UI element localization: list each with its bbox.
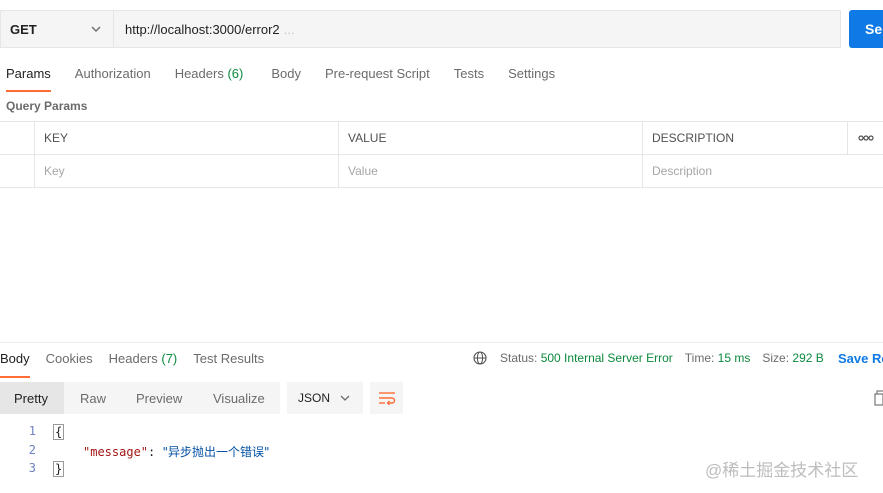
response-tab-body[interactable]: Body — [0, 350, 30, 378]
tab-headers-count: (6) — [227, 66, 244, 81]
response-tab-cookies[interactable]: Cookies — [46, 350, 93, 372]
key-column-header: KEY — [35, 122, 339, 154]
response-tab-body-label: Body — [0, 351, 30, 366]
tab-settings[interactable]: Settings — [508, 62, 555, 90]
json-colon: : — [148, 445, 163, 459]
more-options-button[interactable] — [848, 122, 883, 154]
chevron-down-icon — [340, 395, 350, 401]
description-input[interactable]: Description — [643, 155, 883, 187]
row-checkbox-cell — [0, 155, 35, 187]
response-tab-test-results[interactable]: Test Results — [193, 350, 264, 372]
chevron-down-icon — [91, 26, 101, 32]
tab-tests-label: Tests — [453, 66, 485, 81]
view-preview-button[interactable]: Preview — [121, 382, 198, 414]
request-tabs: Params Authorization Headers (6) Body Pr… — [0, 62, 555, 92]
response-tab-headers-count: (7) — [161, 351, 178, 366]
response-tab-cookies-label: Cookies — [45, 351, 93, 366]
response-tabs: Body Cookies Headers (7) Test Results — [0, 350, 264, 378]
tab-settings-label: Settings — [508, 66, 556, 81]
table-header-row: KEY VALUE DESCRIPTION — [0, 122, 883, 155]
tab-params-label: Params — [6, 66, 51, 81]
globe-icon[interactable] — [473, 351, 487, 365]
url-overflow: ... — [283, 21, 295, 37]
line-number: 3 — [28, 461, 36, 475]
request-bar: GET http://localhost:3000/error2 ... Se — [0, 10, 883, 48]
view-pretty-button[interactable]: Pretty — [0, 382, 64, 414]
value-column-header: VALUE — [339, 122, 643, 154]
json-key: "message" — [83, 445, 149, 459]
status-value[interactable]: 500 Internal Server Error — [541, 351, 673, 365]
tab-tests[interactable]: Tests — [454, 62, 484, 90]
tab-body[interactable]: Body — [271, 62, 301, 90]
response-meta: Status: 500 Internal Server Error Time: … — [473, 351, 824, 365]
key-input[interactable]: Key — [35, 155, 339, 187]
more-horizontal-icon — [857, 135, 874, 141]
response-tab-test-results-label: Test Results — [193, 351, 265, 366]
close-brace: } — [53, 461, 65, 477]
value-input[interactable]: Value — [339, 155, 643, 187]
tab-headers[interactable]: Headers (6) — [175, 62, 244, 90]
table-row: Key Value Description — [0, 155, 883, 188]
send-label: Se — [865, 21, 883, 37]
time-label: Time: — [684, 351, 715, 365]
line-number: 2 — [28, 443, 36, 457]
json-value: "异步抛出一个错误" — [162, 445, 270, 459]
query-params-table: KEY VALUE DESCRIPTION Key Value Descript… — [0, 121, 883, 188]
tab-body-label: Body — [271, 66, 301, 81]
tab-params[interactable]: Params — [6, 62, 51, 92]
method-label: GET — [10, 21, 37, 37]
response-tab-headers[interactable]: Headers (7) — [109, 350, 178, 372]
response-divider — [0, 342, 883, 343]
view-raw-button[interactable]: Raw — [64, 382, 121, 414]
view-visualize-button[interactable]: Visualize — [198, 382, 280, 414]
tab-pre-request-script[interactable]: Pre-request Script — [325, 62, 430, 90]
response-tab-headers-label: Headers — [108, 351, 158, 366]
send-button[interactable]: Se — [849, 10, 883, 48]
json-entry: "message": "异步抛出一个错误" — [83, 443, 270, 460]
wrap-lines-icon — [378, 392, 395, 405]
format-select[interactable]: JSON — [287, 382, 363, 414]
tab-pre-request-label: Pre-request Script — [324, 66, 430, 81]
time-value[interactable]: 15 ms — [718, 351, 751, 365]
wrap-lines-button[interactable] — [370, 382, 403, 414]
url-input[interactable]: http://localhost:3000/error2 ... — [113, 10, 841, 48]
tab-authorization-label: Authorization — [74, 66, 151, 81]
watermark: @稀土掘金技术社区 — [705, 461, 859, 480]
tab-headers-label: Headers — [174, 66, 224, 81]
status-label: Status: — [500, 351, 538, 365]
copy-icon[interactable] — [874, 390, 883, 406]
checkbox-column-header — [0, 122, 35, 154]
tab-authorization[interactable]: Authorization — [75, 62, 151, 90]
query-params-title: Query Params — [6, 99, 88, 113]
url-text: http://localhost:3000/error2 — [125, 21, 280, 37]
line-number: 1 — [28, 424, 36, 438]
method-select[interactable]: GET — [0, 10, 113, 48]
description-column-header: DESCRIPTION — [643, 122, 848, 154]
open-brace: { — [53, 424, 65, 440]
size-label: Size: — [762, 351, 790, 365]
format-label: JSON — [298, 391, 331, 405]
size-value[interactable]: 292 B — [792, 351, 823, 365]
view-mode-group: Pretty Raw Preview Visualize — [0, 382, 280, 414]
save-response-button[interactable]: Save Re — [838, 351, 883, 366]
